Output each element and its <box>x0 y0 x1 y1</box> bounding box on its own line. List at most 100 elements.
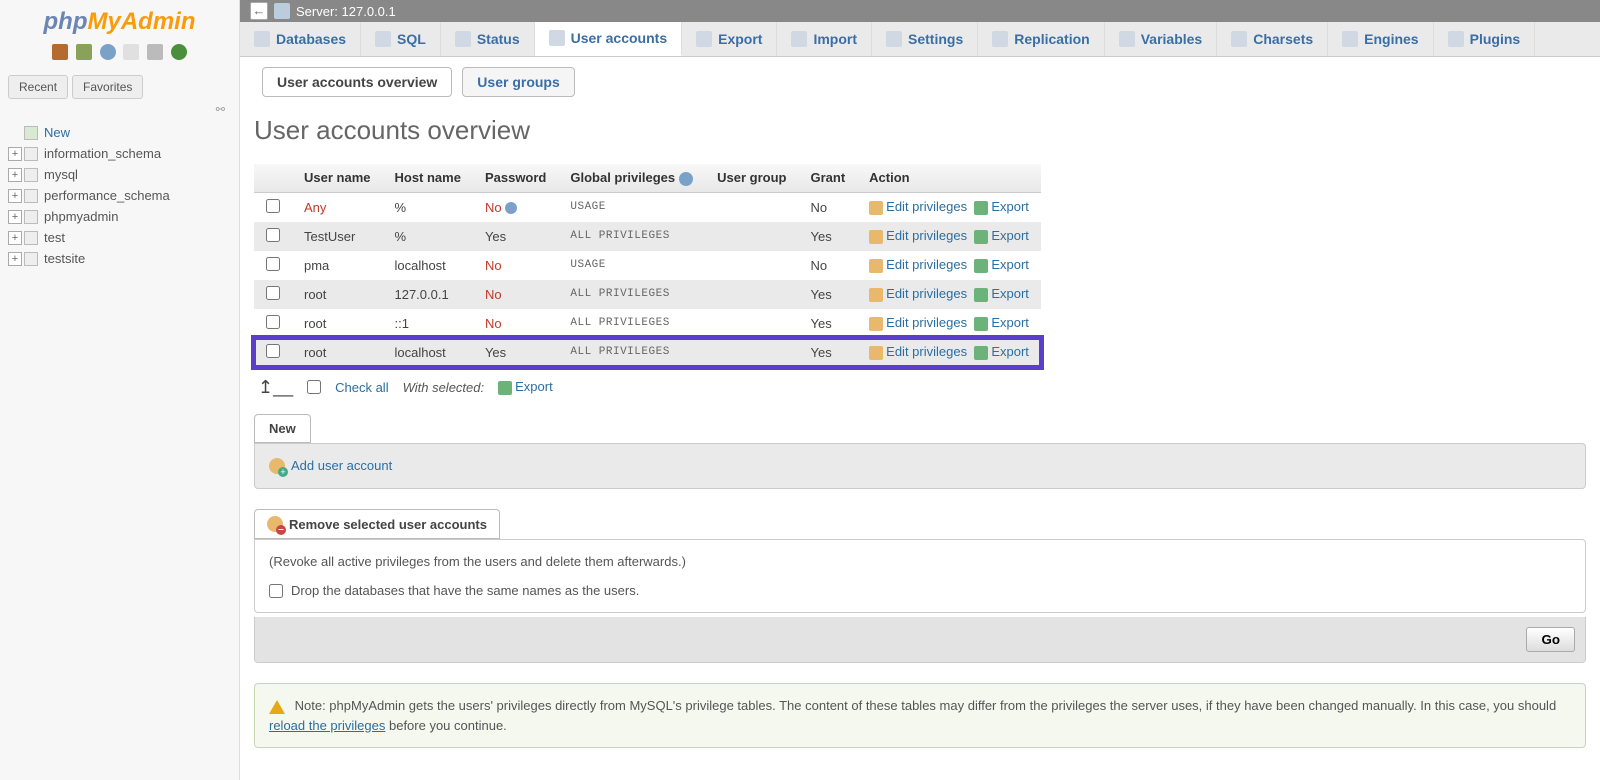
expand-icon[interactable]: + <box>8 189 22 203</box>
tab-plugins[interactable]: Plugins <box>1434 22 1536 56</box>
expand-icon[interactable]: + <box>8 210 22 224</box>
cell-grant: Yes <box>798 280 857 309</box>
checkall-label[interactable]: Check all <box>335 380 388 395</box>
bulk-export[interactable]: Export <box>498 379 553 395</box>
table-row: Any%NoUSAGENoEdit privileges Export <box>254 192 1041 222</box>
sidebar-tab-favorites[interactable]: Favorites <box>72 75 143 99</box>
tab-sql[interactable]: SQL <box>361 22 441 56</box>
row-checkbox[interactable] <box>266 228 280 242</box>
remove-subtitle: (Revoke all active privileges from the u… <box>269 554 1571 569</box>
cell-usergroup <box>705 222 798 251</box>
tree-db-test[interactable]: +test <box>8 227 231 248</box>
tab-icon <box>696 31 712 47</box>
col-grant: Grant <box>798 164 857 192</box>
tree-db-information_schema[interactable]: +information_schema <box>8 143 231 164</box>
table-row: root127.0.0.1NoALL PRIVILEGESYesEdit pri… <box>254 280 1041 309</box>
tab-icon <box>791 31 807 47</box>
add-user-link[interactable]: Add user account <box>269 458 392 473</box>
tab-databases[interactable]: Databases <box>240 22 361 56</box>
note-suffix: before you continue. <box>389 718 507 733</box>
logout-icon[interactable] <box>76 44 92 60</box>
edit-privileges-link[interactable]: Edit privileges <box>869 199 967 214</box>
edit-privileges-link[interactable]: Edit privileges <box>869 228 967 243</box>
home-icon[interactable] <box>52 44 68 60</box>
note-prefix: Note: phpMyAdmin gets the users' privile… <box>295 698 1557 713</box>
logo-admin: Admin <box>121 8 196 35</box>
cell-privileges: ALL PRIVILEGES <box>558 222 705 251</box>
tab-settings[interactable]: Settings <box>872 22 978 56</box>
drop-db-option[interactable]: Drop the databases that have the same na… <box>269 583 1571 598</box>
export-link[interactable]: Export <box>974 228 1029 243</box>
cell-host: localhost <box>382 251 472 280</box>
cell-privileges: USAGE <box>558 192 705 222</box>
export-link[interactable]: Export <box>974 315 1029 330</box>
tab-replication[interactable]: Replication <box>978 22 1104 56</box>
row-checkbox[interactable] <box>266 315 280 329</box>
col-user-group: User group <box>705 164 798 192</box>
export-link[interactable]: Export <box>974 257 1029 272</box>
nav-back-button[interactable]: ← <box>250 2 268 20</box>
tree-db-phpmyadmin[interactable]: +phpmyadmin <box>8 206 231 227</box>
expand-icon[interactable]: + <box>8 168 22 182</box>
settings-icon[interactable] <box>147 44 163 60</box>
edit-icon <box>869 288 883 302</box>
tab-icon <box>1231 31 1247 47</box>
export-link[interactable]: Export <box>974 344 1029 359</box>
remove-user-icon <box>267 516 283 532</box>
expand-icon[interactable]: + <box>8 231 22 245</box>
cell-privileges: ALL PRIVILEGES <box>558 338 705 367</box>
drop-db-checkbox[interactable] <box>269 584 283 598</box>
cell-grant: Yes <box>798 222 857 251</box>
tab-charsets[interactable]: Charsets <box>1217 22 1328 56</box>
tab-variables[interactable]: Variables <box>1105 22 1218 56</box>
cell-password: Yes <box>473 222 558 251</box>
tab-import[interactable]: Import <box>777 22 872 56</box>
tab-engines[interactable]: Engines <box>1328 22 1433 56</box>
remove-panel-title: Remove selected user accounts <box>254 509 500 539</box>
edit-icon <box>869 201 883 215</box>
docs-icon[interactable] <box>123 44 139 60</box>
help-icon[interactable] <box>100 44 116 60</box>
reload-privileges-link[interactable]: reload the privileges <box>269 718 385 733</box>
edit-icon <box>869 346 883 360</box>
edit-privileges-link[interactable]: Edit privileges <box>869 315 967 330</box>
expand-icon[interactable]: + <box>8 147 22 161</box>
row-checkbox[interactable] <box>266 286 280 300</box>
tree-new[interactable]: New <box>8 122 231 143</box>
logo-php: php <box>44 8 88 35</box>
subtab-user-groups[interactable]: User groups <box>462 67 574 97</box>
tab-user-accounts[interactable]: User accounts <box>535 22 682 56</box>
main: ← Server: 127.0.0.1 DatabasesSQLStatusUs… <box>240 0 1600 780</box>
cell-privileges: ALL PRIVILEGES <box>558 280 705 309</box>
cell-actions: Edit privileges Export <box>857 338 1041 367</box>
export-link[interactable]: Export <box>974 286 1029 301</box>
export-link[interactable]: Export <box>974 199 1029 214</box>
main-tabs: DatabasesSQLStatusUser accountsExportImp… <box>240 22 1600 57</box>
tree-db-mysql[interactable]: +mysql <box>8 164 231 185</box>
row-checkbox[interactable] <box>266 199 280 213</box>
reload-icon[interactable] <box>171 44 187 60</box>
tab-icon <box>1119 31 1135 47</box>
edit-privileges-link[interactable]: Edit privileges <box>869 257 967 272</box>
tab-export[interactable]: Export <box>682 22 777 56</box>
cell-user: root <box>292 280 382 309</box>
arrow-up-icon: ↥__ <box>258 377 293 398</box>
checkall-checkbox[interactable] <box>307 380 321 394</box>
tree-db-testsite[interactable]: +testsite <box>8 248 231 269</box>
edit-privileges-link[interactable]: Edit privileges <box>869 286 967 301</box>
help-icon[interactable] <box>679 172 693 186</box>
subtab-user-accounts-overview[interactable]: User accounts overview <box>262 67 452 97</box>
sidebar-tab-recent[interactable]: Recent <box>8 75 68 99</box>
row-checkbox[interactable] <box>266 257 280 271</box>
tree-db-performance_schema[interactable]: +performance_schema <box>8 185 231 206</box>
export-icon <box>974 288 988 302</box>
expand-icon[interactable]: + <box>8 252 22 266</box>
link-icon[interactable]: ⚯ <box>0 103 239 122</box>
row-checkbox[interactable] <box>266 344 280 358</box>
cell-actions: Edit privileges Export <box>857 309 1041 338</box>
logo[interactable]: phpMyAdmin <box>0 0 239 40</box>
edit-privileges-link[interactable]: Edit privileges <box>869 344 967 359</box>
db-icon <box>24 168 38 182</box>
tab-status[interactable]: Status <box>441 22 535 56</box>
go-button[interactable]: Go <box>1526 627 1575 652</box>
